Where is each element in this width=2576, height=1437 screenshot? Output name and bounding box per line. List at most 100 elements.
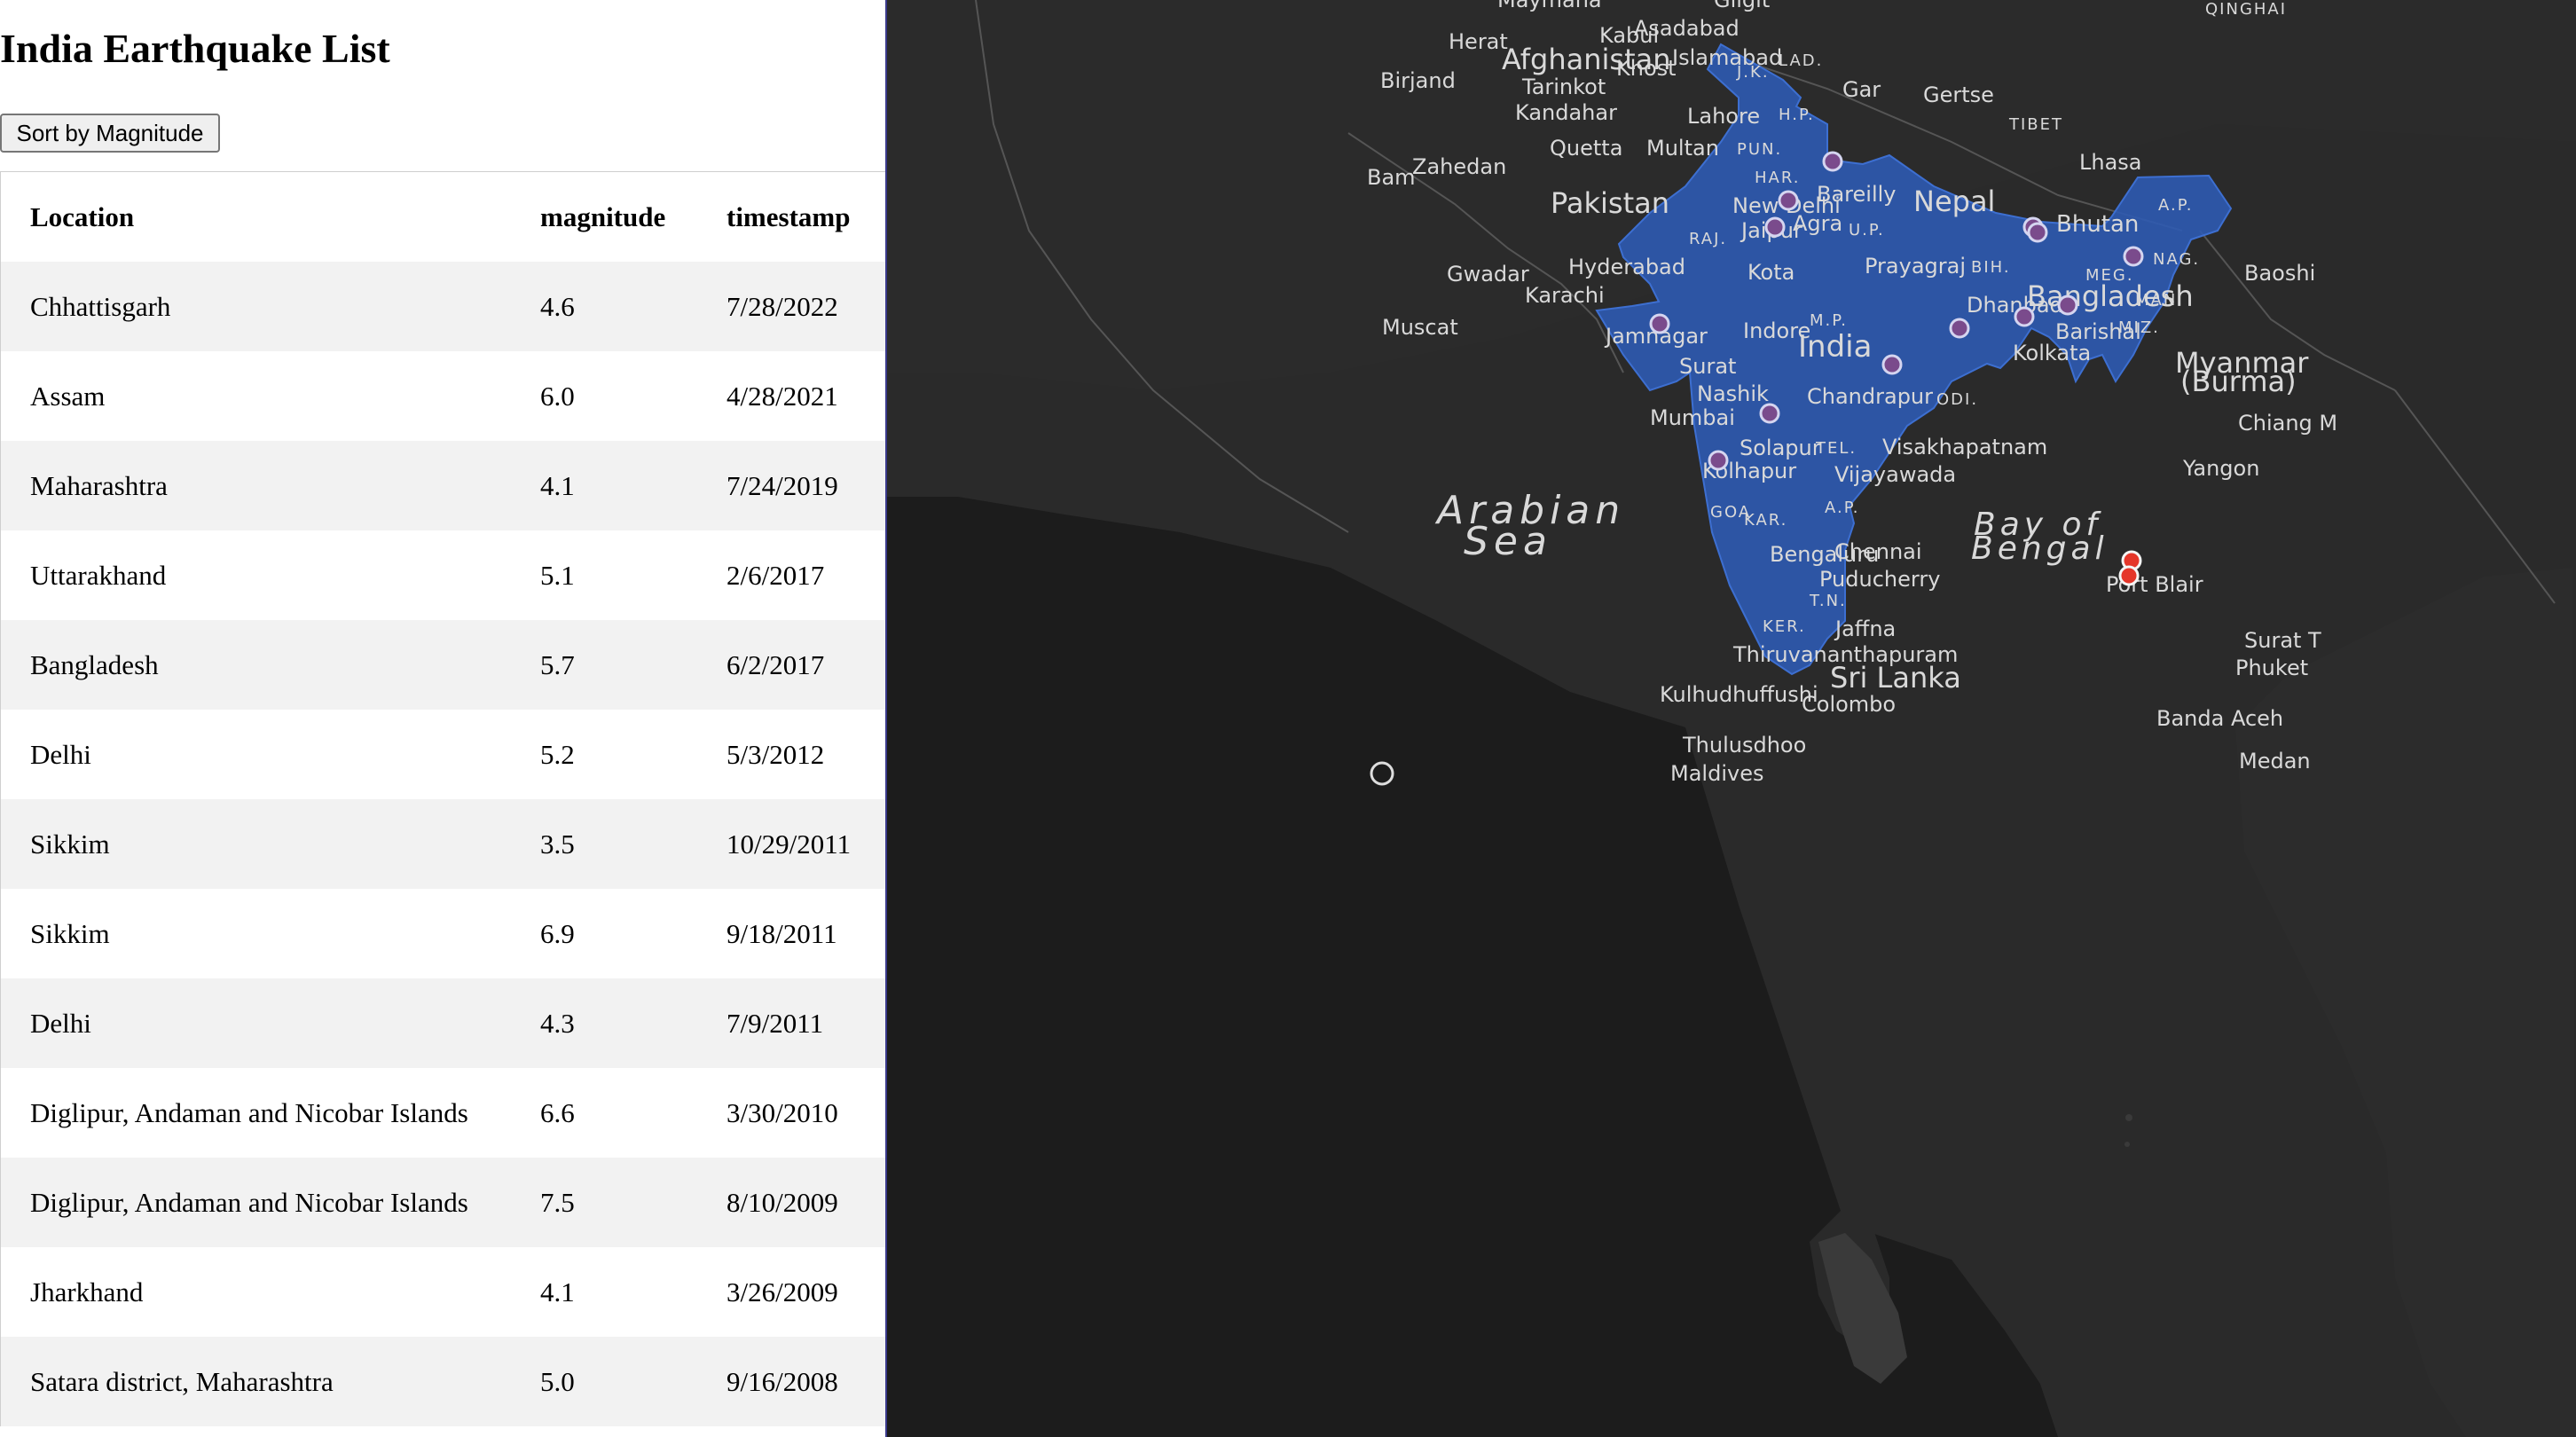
cell-magnitude: 6.6 <box>511 1068 697 1158</box>
city-label: Maymana <box>1497 0 1602 12</box>
column-header-magnitude[interactable]: magnitude <box>511 172 697 262</box>
region-label: J.K. <box>1736 63 1770 82</box>
cell-location: Assam <box>1 351 511 441</box>
table-row: Uttarakhand 5.1 2/6/2017 <box>1 530 885 620</box>
earthquake-marker[interactable] <box>1778 190 1799 211</box>
city-label: Surat <box>1679 354 1736 379</box>
cell-timestamp: 7/28/2022 <box>697 262 885 351</box>
city-label: Thiruvananthapuram <box>1732 642 1958 667</box>
region-label: A.P. <box>1825 499 1860 517</box>
city-label: Jaffna <box>1834 616 1896 641</box>
city-label: Bareilly <box>1817 182 1896 207</box>
column-header-location[interactable]: Location <box>1 172 511 262</box>
cell-magnitude: 7.5 <box>511 1158 697 1247</box>
cell-magnitude: 4.3 <box>511 978 697 1068</box>
city-label: Chennai <box>1834 539 1922 564</box>
region-label: QINGHAI <box>2205 0 2287 19</box>
city-label: Yangon <box>2182 456 2259 481</box>
sea-label-bengal: Bengal <box>1971 530 2109 567</box>
cell-magnitude: 4.1 <box>511 441 697 530</box>
region-label: KAR. <box>1744 511 1787 530</box>
earthquake-marker[interactable] <box>2123 246 2144 267</box>
cell-location: Chhattisgarh <box>1 262 511 351</box>
region-label: TIBET <box>2008 115 2063 134</box>
city-label: Maldives <box>1670 761 1763 786</box>
country-label-nepal: Nepal <box>1913 185 1995 218</box>
city-label: Agra <box>1793 211 1842 236</box>
cell-magnitude: 6.9 <box>511 889 697 978</box>
region-label: A.P. <box>2158 196 2194 215</box>
city-label: Mumbai <box>1650 405 1735 430</box>
city-label: Surat T <box>2244 628 2321 653</box>
city-label: Hyderabad <box>1568 255 1685 279</box>
cell-timestamp: 2/6/2017 <box>697 530 885 620</box>
table-row: Satara district, Maharashtra 5.0 9/16/2008 <box>1 1337 885 1426</box>
city-label: Nashik <box>1697 381 1769 406</box>
earthquake-marker[interactable] <box>1649 313 1670 334</box>
city-label: Herat <box>1449 29 1508 54</box>
map-view[interactable]: Arabian Sea Bay of Bengal Afghanistan Pa… <box>887 0 2576 1437</box>
city-label: Kulhudhuffushi <box>1660 682 1818 707</box>
cell-magnitude: 4.6 <box>511 262 697 351</box>
earthquake-marker[interactable] <box>2057 294 2078 316</box>
sort-by-magnitude-button[interactable]: Sort by Magnitude <box>0 114 220 153</box>
earthquake-marker[interactable] <box>1822 151 1843 172</box>
country-label-burma: (Burma) <box>2180 365 2297 398</box>
city-label: Visakhapatnam <box>1882 435 2047 459</box>
region-label: KER. <box>1763 617 1806 636</box>
region-label: M.P. <box>1810 311 1848 330</box>
table-row: Assam 6.0 4/28/2021 <box>1 351 885 441</box>
region-label: HAR. <box>1755 169 1800 187</box>
cell-timestamp: 4/28/2021 <box>697 351 885 441</box>
city-label: Kolkata <box>2013 341 2091 365</box>
cell-location: Sikkim <box>1 889 511 978</box>
cell-magnitude: 5.2 <box>511 710 697 799</box>
earthquake-list-panel: India Earthquake List Sort by Magnitude … <box>0 0 887 1437</box>
earthquake-marker[interactable] <box>1881 354 1903 375</box>
region-label: U.P. <box>1849 221 1885 240</box>
cell-location: Bangladesh <box>1 620 511 710</box>
city-label: Asadabad <box>1634 16 1740 41</box>
table-row: Jharkhand 4.1 3/26/2009 <box>1 1247 885 1337</box>
country-label-bhutan: Bhutan <box>2056 211 2139 238</box>
city-label: Muscat <box>1382 315 1458 340</box>
earthquake-table-container: Location magnitude timestamp Chhattisgar… <box>0 171 885 1426</box>
mapbox-logo-icon[interactable] <box>1370 761 1394 786</box>
region-label: ODI. <box>1936 390 1978 409</box>
earthquake-marker[interactable] <box>1949 318 1970 339</box>
table-row: Diglipur, Andaman and Nicobar Islands 7.5… <box>1 1158 885 1247</box>
city-label: Multan <box>1646 136 1719 161</box>
country-label-pakistan: Pakistan <box>1551 186 1669 220</box>
cell-timestamp: 7/9/2011 <box>697 978 885 1068</box>
region-label: RAJ. <box>1689 230 1727 248</box>
city-label: Solapur <box>1740 436 1821 460</box>
column-header-timestamp[interactable]: timestamp <box>697 172 885 262</box>
earthquake-marker[interactable] <box>1764 216 1786 238</box>
city-label: Quetta <box>1550 136 1622 161</box>
city-label: Chandrapur <box>1807 384 1933 409</box>
map-canvas[interactable]: Arabian Sea Bay of Bengal Afghanistan Pa… <box>887 0 2576 1437</box>
cell-location: Maharashtra <box>1 441 511 530</box>
earthquake-marker[interactable] <box>1708 450 1729 471</box>
cell-timestamp: 3/30/2010 <box>697 1068 885 1158</box>
cell-location: Diglipur, Andaman and Nicobar Islands <box>1 1068 511 1158</box>
city-label: Karachi <box>1525 283 1605 308</box>
city-label: Vijayawada <box>1834 462 1956 487</box>
cell-timestamp: 10/29/2011 <box>697 799 885 889</box>
region-label: MAN. <box>2135 291 2184 310</box>
table-header-row: Location magnitude timestamp <box>1 172 885 262</box>
earthquake-marker[interactable] <box>2027 222 2048 243</box>
cell-timestamp: 9/18/2011 <box>697 889 885 978</box>
city-label: Prayagraj <box>1865 254 1966 279</box>
region-label: PUN. <box>1737 140 1782 159</box>
earthquake-marker[interactable] <box>2014 306 2035 327</box>
city-label: Gertse <box>1923 82 1994 107</box>
region-label: LAD. <box>1779 51 1823 70</box>
cell-magnitude: 5.7 <box>511 620 697 710</box>
cell-magnitude: 5.0 <box>511 1337 697 1426</box>
cell-timestamp: 9/16/2008 <box>697 1337 885 1426</box>
city-label: Gwadar <box>1447 262 1529 287</box>
earthquake-marker-andaman[interactable] <box>2118 565 2140 586</box>
earthquake-marker[interactable] <box>1759 403 1780 424</box>
city-label: Bam <box>1367 165 1416 190</box>
